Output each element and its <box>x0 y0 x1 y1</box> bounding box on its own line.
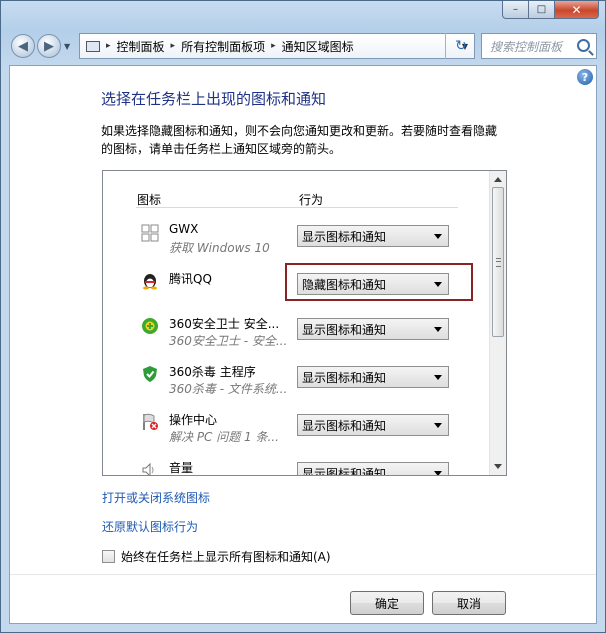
always-show-option[interactable]: 始终在任务栏上显示所有图标和通知(A) <box>102 548 331 565</box>
chevron-right-icon[interactable]: ▸ <box>271 41 276 51</box>
360-safeguard-icon <box>142 318 158 334</box>
footer-divider <box>10 574 596 575</box>
item-subtitle: 360杀毒 - 文件系统... <box>169 382 288 396</box>
chevron-right-icon[interactable]: ▸ <box>171 41 176 51</box>
maximize-button[interactable]: □ <box>529 1 555 19</box>
refresh-button[interactable]: ↻ <box>445 33 476 59</box>
select-value: 显示图标和通知 <box>302 370 387 385</box>
item-name: GWX <box>169 222 199 236</box>
select-value: 显示图标和通知 <box>302 322 387 337</box>
behavior-select[interactable]: 显示图标和通知 <box>297 318 449 340</box>
scroll-up-arrow-icon[interactable] <box>494 177 502 182</box>
breadcrumb-control-panel[interactable]: 控制面板 <box>117 38 165 55</box>
chevron-down-icon <box>434 375 442 380</box>
item-subtitle: 获取 Windows 10 <box>169 241 270 255</box>
chevron-right-icon[interactable]: ▸ <box>106 41 111 51</box>
forward-arrow-icon: ▶ <box>44 38 54 54</box>
always-show-label: 始终在任务栏上显示所有图标和通知(A) <box>121 550 331 564</box>
list-item: 操作中心 解决 PC 问题 1 条... 显示图标和通知 <box>103 410 491 456</box>
360-antivirus-shield-icon <box>143 366 157 382</box>
header-divider <box>136 207 458 208</box>
behavior-select[interactable]: 显示图标和通知 <box>297 225 449 247</box>
restore-defaults-link[interactable]: 还原默认图标行为 <box>102 518 198 535</box>
item-subtitle: 360安全卫士 - 安全... <box>169 334 288 348</box>
list-item: 360杀毒 主程序 360杀毒 - 文件系统... 显示图标和通知 <box>103 362 491 408</box>
search-icon[interactable] <box>577 39 590 52</box>
page-description: 如果选择隐藏图标和通知，则不会向您通知更改和更新。若要随时查看隐藏的图标，请单击… <box>101 124 498 156</box>
page-title: 选择在任务栏上出现的图标和通知 <box>101 90 327 108</box>
speaker-icon <box>142 462 154 475</box>
item-name: 腾讯QQ <box>169 272 212 286</box>
grip-icon <box>496 258 501 267</box>
computer-icon <box>86 40 100 52</box>
select-value: 显示图标和通知 <box>302 418 387 433</box>
ok-button[interactable]: 确定 <box>350 591 424 615</box>
control-panel-window: – □ ✕ ◀ ▶ ▼ ▸ 控制面板 ▸ 所有控制面板项 ▸ 通知区域图标 ▼ … <box>0 0 606 633</box>
back-arrow-icon: ◀ <box>18 38 28 54</box>
select-value: 隐藏图标和通知 <box>302 277 387 292</box>
always-show-checkbox[interactable] <box>102 550 115 563</box>
behavior-select[interactable]: 显示图标和通知 <box>297 366 449 388</box>
list-item: 360安全卫士 安全... 360安全卫士 - 安全... 显示图标和通知 <box>103 314 491 360</box>
help-icon[interactable]: ? <box>577 69 593 85</box>
recent-pages-dropdown[interactable]: ▼ <box>64 42 70 51</box>
content-pane: ? 选择在任务栏上出现的图标和通知 如果选择隐藏图标和通知，则不会向您通知更改和… <box>9 65 597 624</box>
search-placeholder: 搜索控制面板 <box>490 39 563 54</box>
chevron-down-icon <box>434 327 442 332</box>
select-value: 显示图标和通知 <box>302 229 387 244</box>
navigation-bar: ◀ ▶ ▼ ▸ 控制面板 ▸ 所有控制面板项 ▸ 通知区域图标 ▼ ↻ 搜索控制… <box>9 32 597 60</box>
address-bar[interactable]: ▸ 控制面板 ▸ 所有控制面板项 ▸ 通知区域图标 ▼ <box>79 33 475 59</box>
item-subtitle: 解决 PC 问题 1 条... <box>169 430 279 444</box>
back-button[interactable]: ◀ <box>11 34 35 58</box>
behavior-select[interactable]: 隐藏图标和通知 <box>297 273 449 295</box>
item-name: 音量 <box>169 461 194 475</box>
list-item: 音量 显示图标和通知 <box>103 458 491 476</box>
item-name: 360安全卫士 安全... <box>169 317 280 331</box>
minimize-button[interactable]: – <box>502 1 529 19</box>
behavior-select[interactable]: 显示图标和通知 <box>297 462 449 476</box>
column-header-icon: 图标 <box>137 193 162 207</box>
notification-icons-list: 图标 行为 GWX 获取 Windows 10 显示图标和通知 腾讯QQ 隐藏图… <box>102 170 507 476</box>
cancel-button[interactable]: 取消 <box>432 591 506 615</box>
chevron-down-icon <box>434 234 442 239</box>
caption-buttons: – □ ✕ <box>502 1 599 19</box>
chevron-down-icon <box>434 423 442 428</box>
list-item: 腾讯QQ 隐藏图标和通知 <box>103 263 491 315</box>
item-name: 操作中心 <box>169 413 218 427</box>
close-button[interactable]: ✕ <box>555 1 599 19</box>
search-input[interactable]: 搜索控制面板 <box>481 33 597 59</box>
breadcrumb-all-items[interactable]: 所有控制面板项 <box>181 38 265 55</box>
list-item: GWX 获取 Windows 10 显示图标和通知 <box>103 221 491 267</box>
qq-penguin-icon <box>143 274 157 290</box>
breadcrumb-notification-icons[interactable]: 通知区域图标 <box>282 38 354 55</box>
scroll-thumb[interactable] <box>492 187 504 337</box>
system-icons-link[interactable]: 打开或关闭系统图标 <box>102 489 210 506</box>
vertical-scrollbar[interactable] <box>489 171 506 475</box>
windows-logo-icon <box>141 224 159 242</box>
action-center-flag-icon <box>143 413 158 430</box>
column-header-behavior: 行为 <box>299 193 324 207</box>
chevron-down-icon <box>434 282 442 287</box>
chevron-down-icon <box>434 471 442 475</box>
refresh-icon: ↻ <box>455 38 467 54</box>
scroll-down-arrow-icon[interactable] <box>494 464 502 469</box>
behavior-select[interactable]: 显示图标和通知 <box>297 414 449 436</box>
select-value: 显示图标和通知 <box>302 466 387 476</box>
item-name: 360杀毒 主程序 <box>169 365 256 379</box>
forward-button[interactable]: ▶ <box>37 34 61 58</box>
